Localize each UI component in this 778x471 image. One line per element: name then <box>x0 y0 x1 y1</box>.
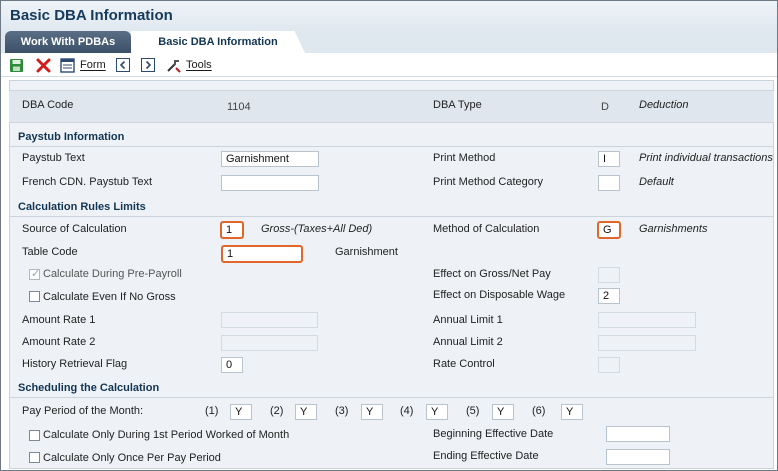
annual-limit-1-field <box>598 312 696 328</box>
tab-work-with-pdbas[interactable]: Work With PDBAs <box>5 31 131 53</box>
section-divider <box>9 216 774 217</box>
section-divider <box>9 397 774 398</box>
form-menu-label: Form <box>80 59 106 71</box>
pay-period-2-field[interactable]: Y <box>295 404 317 420</box>
dba-type-description: Deduction <box>639 99 689 111</box>
annual-limit-1-label: Annual Limit 1 <box>433 314 503 326</box>
source-of-calculation-description: Gross-(Taxes+All Ded) <box>261 223 373 235</box>
pay-period-2-label: (2) <box>270 405 284 417</box>
dba-code-value: 1104 <box>227 101 251 113</box>
source-of-calculation-field[interactable]: 1 <box>220 221 244 239</box>
previous-record-button[interactable] <box>116 56 130 74</box>
calc-only-once-per-period-checkbox[interactable] <box>29 452 40 463</box>
annual-limit-2-label: Annual Limit 2 <box>433 336 503 348</box>
pay-period-6-label: (6) <box>532 405 546 417</box>
method-of-calculation-description: Garnishments <box>639 223 708 235</box>
print-method-description: Print individual transactions <box>639 152 773 164</box>
annual-limit-2-field <box>598 335 696 351</box>
table-code-description: Garnishment Calculation Table <box>335 246 398 258</box>
section-calculation-rules-limits: Calculation Rules Limits <box>18 201 146 213</box>
chevron-right-icon <box>141 58 155 72</box>
method-of-calculation-field[interactable]: G <box>597 221 621 239</box>
rate-control-field <box>598 357 620 373</box>
calc-even-no-gross-checkbox[interactable] <box>29 291 40 302</box>
print-method-label: Print Method <box>433 152 496 164</box>
title-bar: Basic DBA Information <box>1 1 777 33</box>
table-code-label: Table Code <box>22 246 78 258</box>
calc-only-first-period-label: Calculate Only During 1st Period Worked … <box>43 429 290 441</box>
beginning-effective-date-field[interactable] <box>606 426 670 442</box>
calc-pre-payroll-checkbox[interactable] <box>29 267 40 280</box>
section-paystub-information: Paystub Information <box>18 131 125 143</box>
section-divider <box>9 146 774 147</box>
french-paystub-text-field[interactable] <box>221 175 319 191</box>
print-method-category-field[interactable] <box>598 175 620 191</box>
pay-period-6-field[interactable]: Y <box>561 404 583 420</box>
effect-disposable-wage-label: Effect on Disposable Wage <box>433 289 566 301</box>
toolbar: Form Tools <box>1 53 777 77</box>
dba-type-label: DBA Type <box>433 99 482 111</box>
pay-period-4-field[interactable]: Y <box>426 404 448 420</box>
next-record-button[interactable] <box>141 56 155 74</box>
dba-type-value: D <box>601 101 609 113</box>
amount-rate-1-label: Amount Rate 1 <box>22 314 96 326</box>
tools-menu[interactable]: Tools <box>166 56 212 74</box>
dba-code-label: DBA Code <box>22 99 74 111</box>
source-of-calculation-label: Source of Calculation <box>22 223 127 235</box>
amount-rate-2-label: Amount Rate 2 <box>22 336 96 348</box>
history-retrieval-flag-field[interactable]: 0 <box>221 357 243 373</box>
pay-period-3-label: (3) <box>335 405 349 417</box>
calc-even-no-gross-label: Calculate Even If No Gross <box>43 291 176 303</box>
ending-effective-date-label: Ending Effective Date <box>433 450 539 462</box>
calc-only-once-per-period-label: Calculate Only Once Per Pay Period <box>43 452 221 464</box>
calc-pre-payroll-label: Calculate During Pre-Payroll <box>43 268 182 280</box>
tools-menu-label: Tools <box>186 59 212 71</box>
table-code-field[interactable]: 1 <box>221 245 303 263</box>
french-paystub-text-label: French CDN. Paystub Text <box>22 176 153 188</box>
rate-control-label: Rate Control <box>433 358 495 370</box>
beginning-effective-date-label: Beginning Effective Date <box>433 428 554 440</box>
pay-period-of-month-label: Pay Period of the Month: <box>22 405 144 417</box>
ending-effective-date-field[interactable] <box>606 449 670 465</box>
effect-disposable-wage-field[interactable]: 2 <box>598 288 620 304</box>
chevron-left-icon <box>116 58 130 72</box>
amount-rate-2-field <box>221 335 318 351</box>
save-icon[interactable] <box>9 56 24 74</box>
tab-basic-dba-information[interactable]: Basic DBA Information <box>131 31 305 53</box>
method-of-calculation-label: Method of Calculation <box>433 223 540 235</box>
form-icon <box>60 57 75 73</box>
print-method-category-description: Default <box>639 176 674 188</box>
calc-only-first-period-checkbox[interactable] <box>29 430 40 441</box>
paystub-text-label: Paystub Text <box>22 152 85 164</box>
pay-period-5-field[interactable]: Y <box>492 404 514 420</box>
form-menu[interactable]: Form <box>60 56 106 74</box>
pay-period-4-label: (4) <box>400 405 414 417</box>
tab-strip: Work With PDBAs Basic DBA Information <box>1 31 777 53</box>
print-method-category-label: Print Method Category <box>433 176 544 188</box>
tools-icon <box>167 59 181 73</box>
pay-period-5-label: (5) <box>466 405 480 417</box>
amount-rate-1-field <box>221 312 318 328</box>
history-retrieval-flag-label: History Retrieval Flag <box>22 358 128 370</box>
pay-period-1-field[interactable]: Y <box>230 404 252 420</box>
pay-period-3-field[interactable]: Y <box>361 404 383 420</box>
print-method-field[interactable]: I <box>598 151 620 167</box>
effect-gross-net-field <box>598 267 620 283</box>
paystub-text-field[interactable]: Garnishment <box>221 151 319 167</box>
window-title: Basic DBA Information <box>10 7 173 24</box>
pay-period-1-label: (1) <box>205 405 219 417</box>
delete-icon[interactable] <box>36 56 51 74</box>
effect-gross-net-label: Effect on Gross/Net Pay <box>433 268 551 280</box>
section-scheduling-the-calculation: Scheduling the Calculation <box>18 382 160 394</box>
